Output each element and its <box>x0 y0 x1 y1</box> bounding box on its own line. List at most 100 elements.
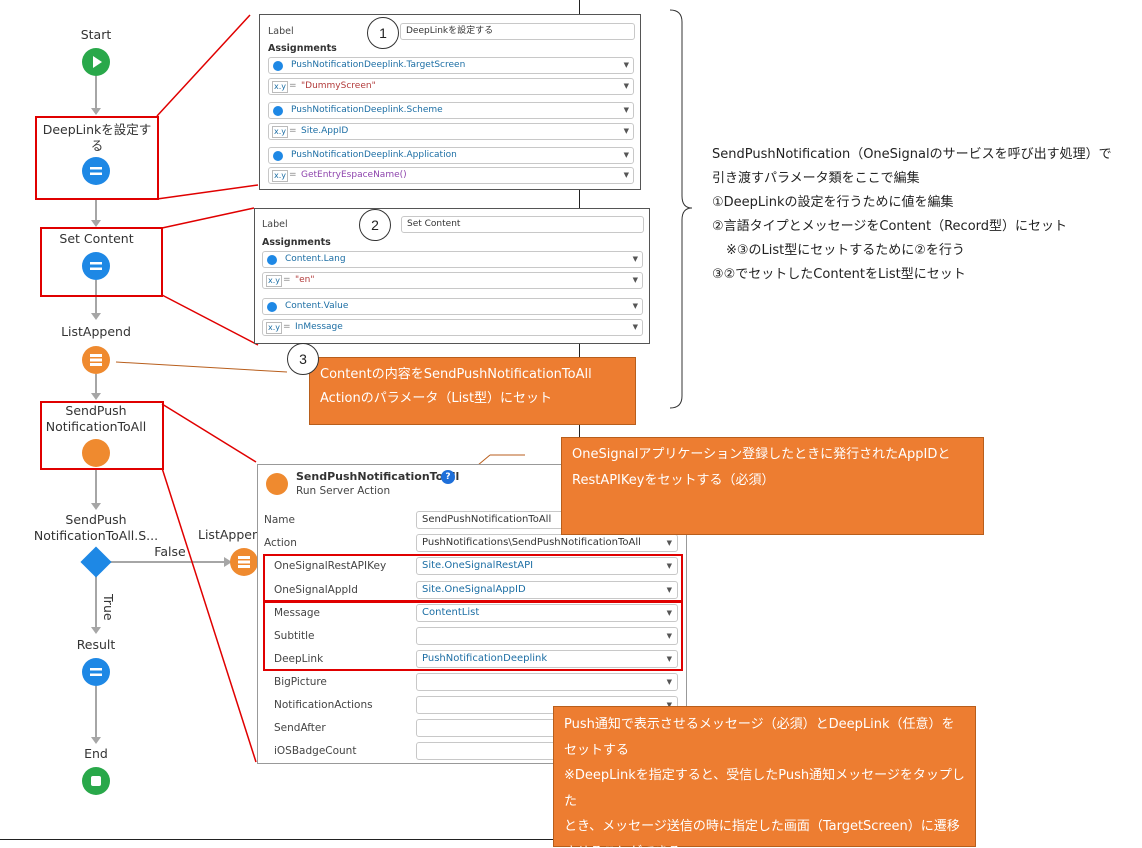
panel2-value-2-text: InMessage <box>295 322 343 332</box>
panel1-label-caption: Label <box>268 26 294 37</box>
step-number-3: 3 <box>287 343 319 375</box>
chevron-down-icon: ▼ <box>632 302 638 310</box>
list-append-icon <box>90 354 102 366</box>
panel2-assignments-title: Assignments <box>262 237 331 248</box>
chevron-down-icon: ▼ <box>623 106 629 114</box>
equals-icon <box>90 167 102 175</box>
expression-icon: x.y <box>272 81 289 93</box>
expression-icon: x.y <box>266 275 283 287</box>
callout-push-line2: セットする <box>564 742 630 758</box>
panel2-var-1-text: Content.Lang <box>285 254 346 264</box>
panel1-var-1-text: PushNotificationDeeplink.TargetScreen <box>291 60 466 70</box>
node-sendpush-label: SendPush NotificationToAll <box>45 403 147 434</box>
step-number-2: 2 <box>359 209 391 241</box>
help-icon[interactable]: ? <box>441 470 455 484</box>
highlight-box-message-deeplink <box>263 600 683 671</box>
panel2-value-1[interactable]: x.y = "en" ▼ <box>262 272 643 289</box>
equals-sign: = <box>289 170 297 180</box>
callout-appid-line2: RestAPIKeyをセットする（必須） <box>572 473 775 488</box>
equals-sign: = <box>283 275 291 285</box>
callout-listappend-line2: Actionのパラメータ（List型）にセット <box>320 391 553 406</box>
chevron-down-icon: ▼ <box>623 127 629 135</box>
note-line-3: ①DeepLinkの設定を行うために値を編集 <box>712 195 954 210</box>
listappend-side-label: ListAppend <box>198 527 268 542</box>
panel1-value-3[interactable]: x.y = GetEntryEspaceName() ▼ <box>268 167 634 184</box>
panel1-value-1[interactable]: x.y = "DummyScreen" ▼ <box>268 78 634 95</box>
chevron-down-icon: ▼ <box>666 539 672 547</box>
end-node[interactable] <box>82 767 110 795</box>
chevron-down-icon: ▼ <box>623 82 629 90</box>
assign-node-setcontent[interactable] <box>82 252 110 280</box>
true-branch-label: True <box>101 594 116 621</box>
panel1-value-1-text: "DummyScreen" <box>301 81 376 91</box>
panel2-label-caption: Label <box>262 219 288 230</box>
list-append-icon <box>238 556 250 568</box>
action-select-text: PushNotifications\SendPushNotificationTo… <box>422 537 641 548</box>
panel1-var-3-text: PushNotificationDeeplink.Application <box>291 150 457 160</box>
false-branch-label: False <box>154 544 186 559</box>
server-action-node[interactable] <box>82 439 110 467</box>
equals-icon <box>273 61 283 71</box>
panel2-var-2-text: Content.Value <box>285 301 349 311</box>
bigpicture-select[interactable]: ▼ <box>416 673 678 691</box>
listappend-side-node[interactable] <box>230 548 258 576</box>
assign-panel-deeplink: Label DeepLinkを設定する Assignments PushNoti… <box>259 14 641 190</box>
equals-icon <box>90 668 102 676</box>
expression-icon: x.y <box>272 126 289 138</box>
equals-icon <box>90 262 102 270</box>
callout-listappend-line1: Contentの内容をSendPushNotificationToAll <box>320 367 592 382</box>
panel2-label-input[interactable]: Set Content <box>401 216 644 233</box>
chevron-down-icon: ▼ <box>623 171 629 179</box>
stop-icon <box>91 776 101 786</box>
assign-node-result[interactable] <box>82 658 110 686</box>
node-result-label: Result <box>76 637 116 652</box>
panel1-var-2[interactable]: PushNotificationDeeplink.Scheme ▼ <box>268 102 634 119</box>
note-line-4: ②言語タイプとメッセージをContent（Record型）にセット <box>712 219 1068 234</box>
note-line-1: SendPushNotification（OneSignalのサービスを呼び出す… <box>712 147 1112 162</box>
panel1-assignments-title: Assignments <box>268 43 337 54</box>
start-node[interactable] <box>82 48 110 76</box>
callout-push-line5: させることができる <box>564 840 965 848</box>
panel1-var-3[interactable]: PushNotificationDeeplink.Application ▼ <box>268 147 634 164</box>
server-panel-title: SendPushNotificationToAll <box>296 470 460 483</box>
server-action-icon <box>266 473 288 495</box>
panel1-value-3-text: GetEntryEspaceName() <box>301 170 407 180</box>
row-label-sendafter: SendAfter <box>274 722 326 734</box>
row-label-bigpicture: BigPicture <box>274 676 327 688</box>
panel2-value-2[interactable]: x.y = InMessage ▼ <box>262 319 643 336</box>
chevron-down-icon: ▼ <box>632 255 638 263</box>
panel2-value-1-text: "en" <box>295 275 315 285</box>
equals-icon <box>267 255 277 265</box>
callout-push-line4: とき、メッセージ送信の時に指定した画面（TargetScreen）に遷移 <box>564 819 960 834</box>
node-deeplink-label: DeepLinkを設定する <box>42 122 152 153</box>
note-line-2: 引き渡すパラメータ類をここで編集 <box>712 171 920 186</box>
row-label-name: Name <box>264 514 295 526</box>
action-select[interactable]: PushNotifications\SendPushNotificationTo… <box>416 534 678 552</box>
panel1-label-input[interactable]: DeepLinkを設定する <box>400 23 635 40</box>
callout-push-line1: Push通知で表示させるメッセージ（必須）とDeepLink（任意）を <box>564 717 955 732</box>
panel1-var-2-text: PushNotificationDeeplink.Scheme <box>291 105 443 115</box>
expression-icon: x.y <box>266 322 283 334</box>
callout-appid: OneSignalアプリケーション登録したときに発行されたAppIDと Rest… <box>561 437 984 535</box>
callout-appid-line1: OneSignalアプリケーション登録したときに発行されたAppIDと <box>572 447 951 462</box>
panel1-var-1[interactable]: PushNotificationDeeplink.TargetScreen ▼ <box>268 57 634 74</box>
assign-node-deeplink[interactable] <box>82 157 110 185</box>
panel2-var-1[interactable]: Content.Lang ▼ <box>262 251 643 268</box>
assign-panel-setcontent: Label Set Content Assignments Content.La… <box>254 208 650 344</box>
panel2-var-2[interactable]: Content.Value ▼ <box>262 298 643 315</box>
equals-icon <box>273 106 283 116</box>
equals-sign: = <box>289 81 297 91</box>
name-input[interactable]: SendPushNotificationToAll <box>416 511 566 529</box>
node-if-label: SendPush NotificationToAll.S... <box>33 512 159 543</box>
chevron-down-icon: ▼ <box>632 323 638 331</box>
chevron-down-icon: ▼ <box>632 276 638 284</box>
equals-icon <box>267 302 277 312</box>
panel1-value-2[interactable]: x.y = Site.AppID ▼ <box>268 123 634 140</box>
node-setcontent-label: Set Content <box>59 231 134 246</box>
chevron-down-icon: ▼ <box>623 151 629 159</box>
listappend-node[interactable] <box>82 346 110 374</box>
panel1-value-2-text: Site.AppID <box>301 126 349 136</box>
chevron-down-icon: ▼ <box>666 678 672 686</box>
callout-push-line3: ※DeepLinkを指定すると、受信したPush通知メッセージをタップした <box>564 768 965 809</box>
play-icon <box>93 56 102 68</box>
